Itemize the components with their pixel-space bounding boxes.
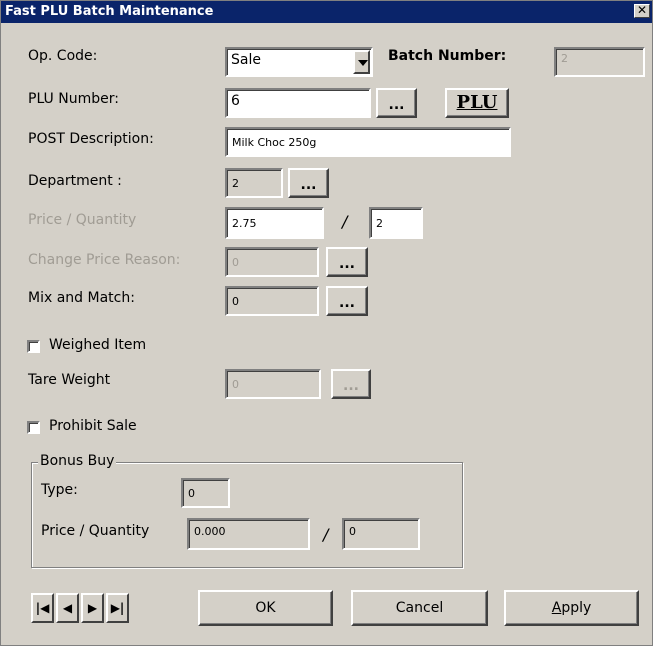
cancel-button[interactable]: Cancel [351, 590, 488, 626]
tare-weight-field: 0 [225, 369, 321, 399]
apply-button[interactable]: Apply [504, 590, 639, 626]
price-quantity-label: Price / Quantity [28, 212, 137, 228]
prohibit-sale-checkbox[interactable] [27, 421, 40, 434]
price-input[interactable]: 2.75 [225, 207, 324, 239]
fast-plu-batch-maintenance-dialog: Fast PLU Batch Maintenance ✕ Op. Code: S… [0, 0, 653, 646]
chevron-down-icon[interactable] [353, 50, 370, 74]
window-title: Fast PLU Batch Maintenance [5, 4, 214, 19]
title-bar[interactable]: Fast PLU Batch Maintenance ✕ [1, 1, 652, 23]
post-description-input[interactable]: Milk Choc 250g [225, 127, 511, 157]
record-navigation: |◀ ◀ ▶ ▶| [31, 593, 137, 623]
plu-number-input[interactable]: 6 [225, 88, 371, 118]
op-code-label: Op. Code: [28, 48, 98, 64]
bonus-buy-price-quantity-label: Price / Quantity [41, 523, 150, 539]
change-price-reason-field: 0 [225, 247, 319, 277]
mix-and-match-browse-button[interactable]: ... [326, 286, 368, 316]
department-field: 2 [225, 168, 283, 198]
post-description-label: POST Description: [28, 131, 154, 147]
batch-number-label: Batch Number: [388, 48, 507, 64]
ok-button[interactable]: OK [198, 590, 333, 626]
prohibit-sale-label: Prohibit Sale [49, 418, 137, 434]
close-icon[interactable]: ✕ [634, 4, 650, 18]
plu-button-label: PLU [456, 92, 498, 113]
bonus-buy-price-field: 0.000 [187, 518, 310, 550]
bonus-buy-type-label: Type: [41, 482, 78, 498]
price-quantity-separator: / [342, 212, 348, 231]
bonus-buy-quantity-field: 0 [342, 518, 420, 550]
bonus-buy-separator: / [323, 525, 329, 544]
tare-weight-browse-button[interactable]: ... [331, 369, 371, 399]
weighed-item-label: Weighed Item [49, 337, 147, 353]
mix-and-match-label: Mix and Match: [28, 290, 135, 306]
department-browse-button[interactable]: ... [288, 168, 329, 198]
bonus-buy-group-label: Bonus Buy [38, 453, 117, 469]
op-code-value: Sale [231, 52, 261, 68]
last-record-icon[interactable]: ▶| [106, 593, 129, 623]
quantity-input[interactable]: 2 [369, 207, 423, 239]
apply-accelerator: A [551, 600, 562, 616]
bonus-buy-group [31, 462, 463, 568]
next-record-icon[interactable]: ▶ [81, 593, 104, 623]
op-code-select[interactable]: Sale [225, 47, 373, 77]
mix-and-match-field: 0 [225, 286, 319, 316]
tare-weight-label: Tare Weight [28, 372, 111, 388]
apply-label-rest: pply [561, 600, 592, 616]
department-label: Department : [28, 173, 122, 189]
batch-number-field: 2 [554, 47, 645, 77]
weighed-item-checkbox[interactable] [27, 340, 40, 353]
bonus-buy-type-field: 0 [181, 478, 230, 508]
change-price-reason-label: Change Price Reason: [28, 252, 181, 268]
plu-number-label: PLU Number: [28, 91, 119, 107]
previous-record-icon[interactable]: ◀ [56, 593, 79, 623]
plu-button[interactable]: PLU [445, 88, 509, 118]
change-price-reason-browse-button[interactable]: ... [326, 247, 368, 277]
plu-browse-button[interactable]: ... [376, 88, 417, 118]
first-record-icon[interactable]: |◀ [31, 593, 54, 623]
